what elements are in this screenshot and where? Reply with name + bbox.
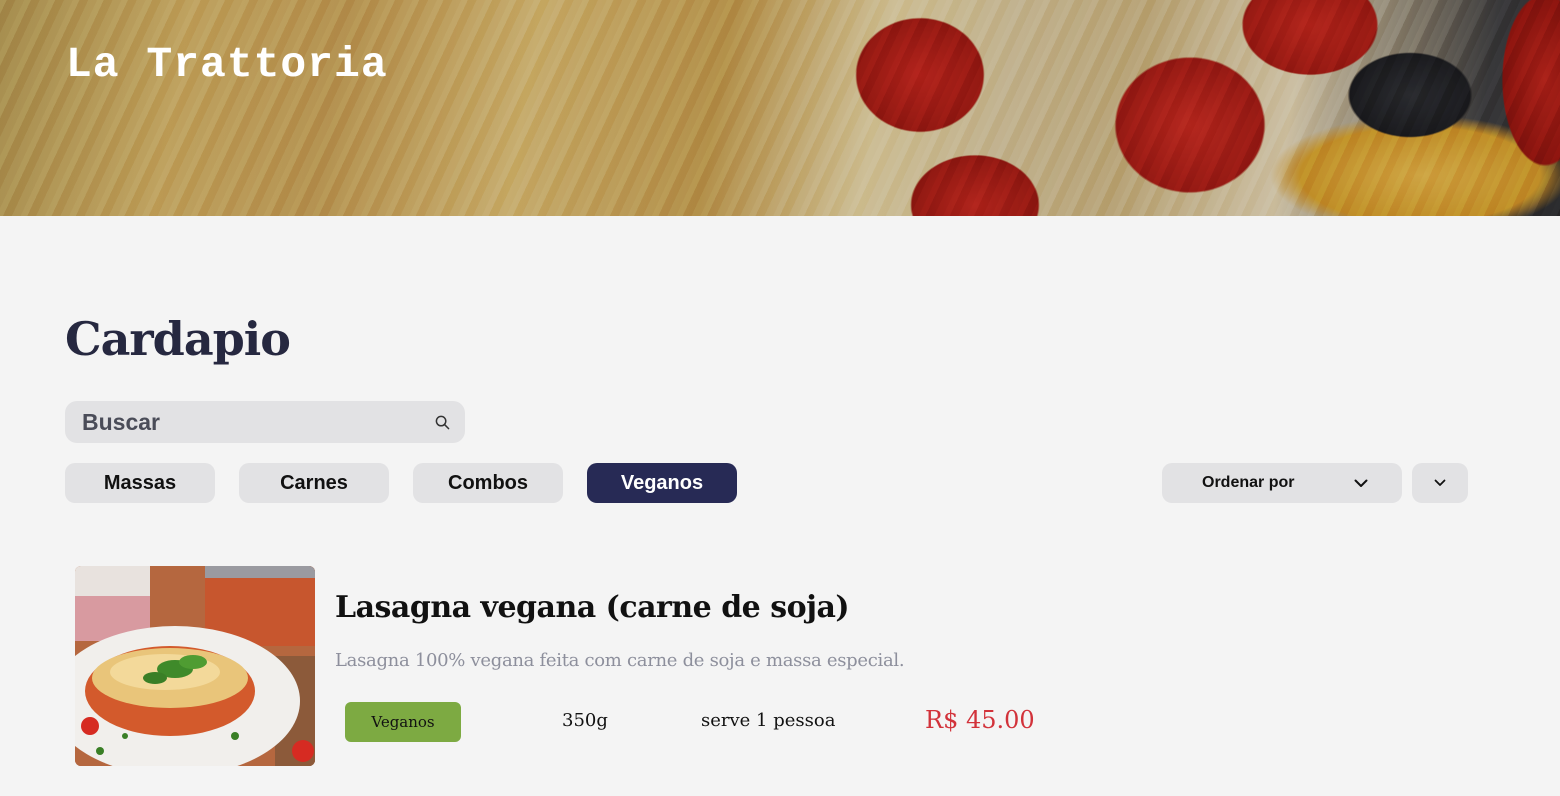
filter-massas[interactable]: Massas — [65, 463, 215, 503]
item-price: R$ 45.00 — [925, 706, 1035, 734]
item-weight: 350g — [562, 710, 608, 731]
category-filters: Massas Carnes Combos Veganos — [65, 463, 737, 503]
filter-carnes[interactable]: Carnes — [239, 463, 389, 503]
sort-label: Ordenar por — [1202, 474, 1295, 491]
item-serves: serve 1 pessoa — [701, 710, 836, 731]
hero-banner: La Trattoria — [0, 0, 1560, 216]
chevron-down-icon — [1434, 479, 1446, 486]
item-image — [75, 566, 315, 766]
sort-dropdown[interactable]: Ordenar por — [1162, 463, 1402, 503]
filter-veganos[interactable]: Veganos — [587, 463, 737, 503]
chevron-down-icon — [1354, 479, 1368, 487]
menu-item-card[interactable]: Lasagna vegana (carne de soja) Lasagna 1… — [75, 566, 1075, 766]
item-name: Lasagna vegana (carne de soja) — [335, 590, 850, 625]
restaurant-name: La Trattoria — [66, 40, 388, 89]
filter-combos[interactable]: Combos — [413, 463, 563, 503]
search-icon[interactable] — [433, 413, 451, 431]
sort-order-button[interactable] — [1412, 463, 1468, 503]
item-description: Lasagna 100% vegana feita com carne de s… — [335, 650, 905, 671]
page-title: Cardapio — [65, 312, 291, 366]
search-input[interactable] — [82, 408, 433, 436]
category-badge: Veganos — [345, 702, 461, 742]
search-bar[interactable] — [65, 401, 465, 443]
